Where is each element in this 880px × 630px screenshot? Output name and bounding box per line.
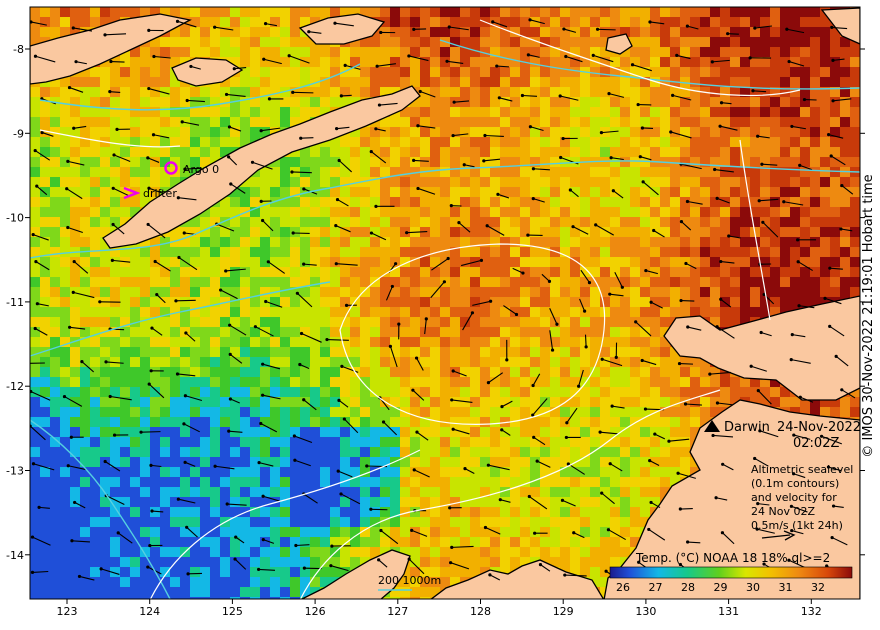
x-tick-label: 130 xyxy=(635,605,656,618)
date-label: 24-Nov-2022 xyxy=(777,420,861,435)
colorbar xyxy=(609,566,853,579)
colorbar-tick-label: 26 xyxy=(616,581,630,594)
place-label: Darwin xyxy=(724,420,770,435)
legend-line: (0.1m contours) xyxy=(751,477,839,490)
argo-label: Argo 0 xyxy=(183,163,219,176)
colorbar-title: Temp. (°C) NOAA 18 18% ql>=2 xyxy=(635,551,830,565)
x-tick-label: 129 xyxy=(553,605,574,618)
depth-legend: 200 1000m xyxy=(378,574,441,587)
colorbar-tick-label: 27 xyxy=(649,581,663,594)
legend-line: 24 Nov 02Z xyxy=(751,505,815,518)
x-tick-label: 123 xyxy=(57,605,78,618)
legend-line: and velocity for xyxy=(751,491,837,504)
sst-map: Argo 0 drifter Darwin 24-Nov-2022 02:02Z… xyxy=(6,6,865,618)
legend-line: 0.5m/s (1kt 24h) xyxy=(751,519,843,532)
y-tick-label: -10 xyxy=(6,212,24,225)
y-tick-label: -11 xyxy=(6,296,24,309)
x-axis-ticks: 123 124 125 126 127 128 129 130 131 132 xyxy=(57,599,822,618)
colorbar-tick-label: 31 xyxy=(779,581,793,594)
y-tick-label: -14 xyxy=(6,549,24,562)
legend-line: Altimetric sealevel xyxy=(751,463,853,476)
drifter-label: drifter xyxy=(143,187,177,200)
y-tick-label: -9 xyxy=(13,127,24,140)
colorbar-tick-label: 32 xyxy=(811,581,825,594)
x-tick-label: 125 xyxy=(222,605,243,618)
colorbar-tick-label: 28 xyxy=(681,581,695,594)
x-tick-label: 128 xyxy=(470,605,491,618)
colorbar-tick-label: 30 xyxy=(746,581,760,594)
x-tick-label: 131 xyxy=(718,605,739,618)
time-label: 02:02Z xyxy=(793,436,839,451)
credit-text: © IMOS 30-Nov-2022 21:19:01 Hobart time xyxy=(861,174,876,458)
x-tick-label: 124 xyxy=(139,605,160,618)
y-tick-label: -13 xyxy=(6,465,24,478)
colorbar-tick-label: 29 xyxy=(714,581,728,594)
y-tick-label: -8 xyxy=(13,43,24,56)
x-tick-label: 127 xyxy=(387,605,408,618)
y-tick-label: -12 xyxy=(6,380,24,393)
x-tick-label: 126 xyxy=(305,605,326,618)
x-tick-label: 132 xyxy=(801,605,822,618)
